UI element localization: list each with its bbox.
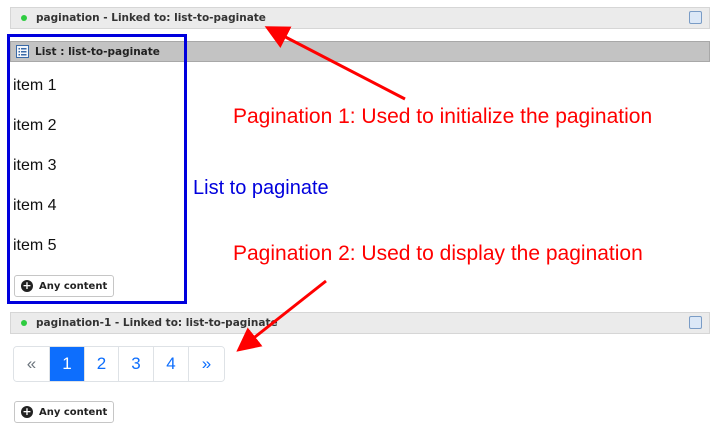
pagination-component-bar[interactable]: pagination - Linked to: list-to-paginate [10,7,710,29]
any-content-label: Any content [39,280,108,292]
list-item: item 2 [13,117,57,134]
status-dot [21,320,27,326]
plus-circle-icon: + [21,405,33,418]
prev-page-button[interactable]: « [14,347,50,381]
page-3-button[interactable]: 3 [119,347,154,381]
pagination-1-component-bar[interactable]: pagination-1 - Linked to: list-to-pagina… [10,312,710,334]
list-to-paginate: item 1 item 2 item 3 item 4 item 5 [13,66,57,266]
pagination-bar-title: pagination - Linked to: list-to-paginate [36,12,266,24]
list-bar-title: List : list-to-paginate [35,45,160,58]
annotation-pagination-2: Pagination 2: Used to display the pagina… [233,242,643,265]
pagination-1-bar-title: pagination-1 - Linked to: list-to-pagina… [36,317,278,329]
annotation-pagination-1: Pagination 1: Used to initialize the pag… [233,105,653,128]
any-content-button[interactable]: + Any content [14,275,115,297]
pin-icon[interactable] [689,11,702,24]
annotation-list-to-paginate: List to paginate [193,177,329,199]
any-content-button[interactable]: + Any content [14,401,115,423]
plus-circle-icon: + [21,279,33,292]
list-icon [16,45,29,58]
pagination-control: « 1 2 3 4 » [13,346,225,382]
arrow-to-pagination-bar [264,26,406,101]
pin-icon[interactable] [689,316,702,329]
list-item: item 5 [13,237,57,254]
page-2-button[interactable]: 2 [85,347,119,381]
page-4-button[interactable]: 4 [154,347,189,381]
list-item: item 3 [13,157,57,174]
any-content-label: Any content [39,406,108,418]
page-1-button[interactable]: 1 [50,347,85,381]
status-dot [21,15,27,21]
list-item: item 1 [13,77,57,94]
list-component-bar[interactable]: List : list-to-paginate [10,41,710,62]
list-item: item 4 [13,197,57,214]
next-page-button[interactable]: » [189,347,224,381]
